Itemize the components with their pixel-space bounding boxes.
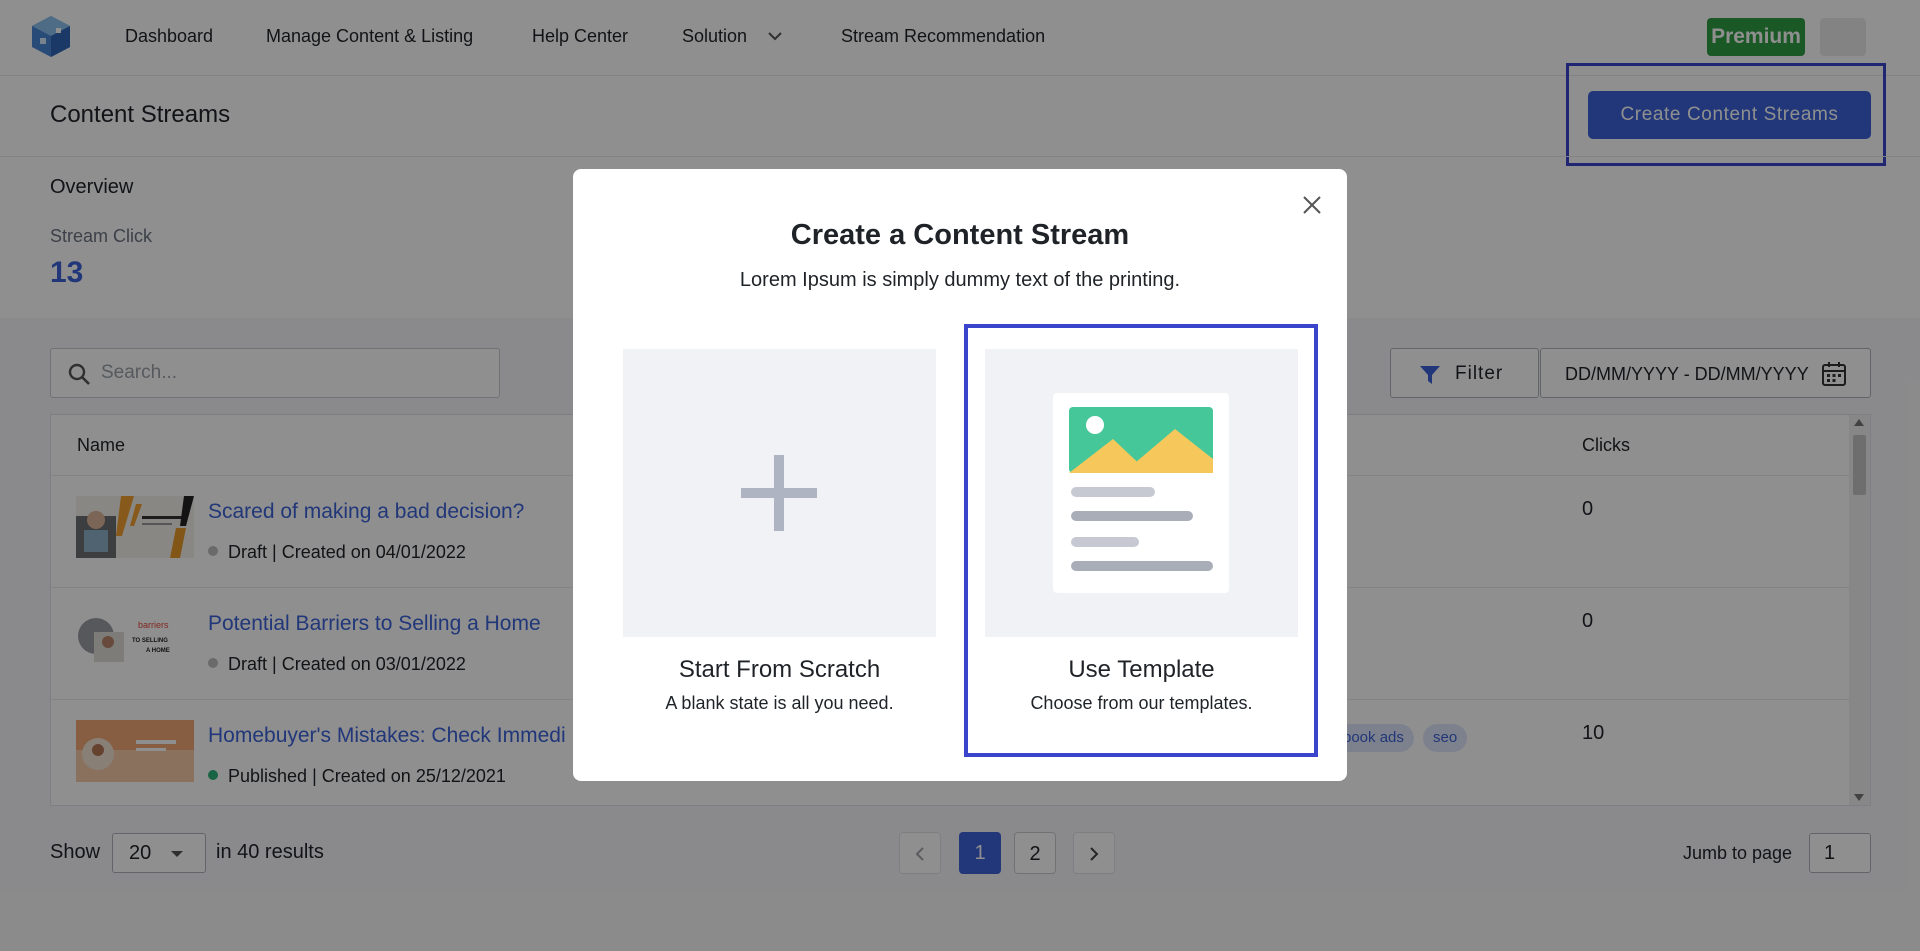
option-subtitle: A blank state is all you need.: [665, 693, 894, 713]
plus-icon: [741, 455, 817, 531]
modal-subtitle: Lorem Ipsum is simply dummy text of the …: [739, 269, 1181, 291]
close-icon[interactable]: [1300, 193, 1324, 217]
start-from-scratch-option[interactable]: Start From Scratch A blank state is all …: [623, 349, 936, 729]
scratch-preview: [623, 349, 936, 637]
highlight-frame-use-template: [964, 324, 1318, 757]
modal-title: Create a Content Stream: [790, 219, 1130, 251]
option-title: Start From Scratch: [678, 656, 881, 683]
